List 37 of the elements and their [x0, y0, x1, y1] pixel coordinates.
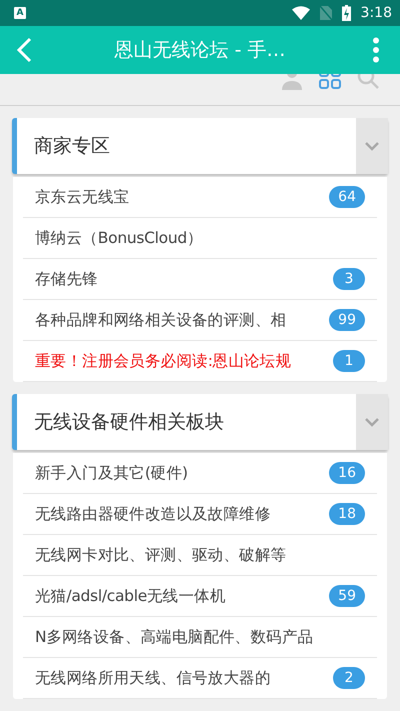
count-badge: 59: [329, 585, 365, 607]
collapse-button[interactable]: [356, 118, 388, 174]
count-badge: 3: [333, 268, 365, 290]
app-title: 恩山无线论坛 - 手…: [114, 38, 286, 63]
notification-icon: A: [14, 7, 26, 19]
forum-name[interactable]: 存储先锋: [35, 268, 329, 290]
forum-name[interactable]: 重要！注册会员务必阅读:恩山论坛规: [35, 350, 329, 372]
clock-time: 3:18: [360, 5, 392, 21]
forum-name[interactable]: 各种品牌和网络相关设备的评测、相: [35, 310, 326, 330]
person-tab[interactable]: [280, 74, 304, 90]
count-badge: 18: [329, 503, 365, 525]
forum-name[interactable]: 京东云无线宝: [35, 186, 326, 208]
wifi-icon: [292, 6, 310, 20]
forum-name[interactable]: N多网络设备、高端电脑配件、数码产品: [35, 626, 365, 648]
chevron-icon: [365, 142, 379, 150]
collapse-button[interactable]: [356, 394, 388, 450]
forum-name[interactable]: 光猫/adsl/cable无线一体机: [35, 586, 326, 606]
section-header[interactable]: 商家专区: [12, 118, 388, 174]
battery-charging-icon: [342, 5, 351, 21]
forum-name[interactable]: 新手入门及其它(硬件): [35, 462, 326, 484]
forum-name[interactable]: 无线网络所用天线、信号放大器的: [35, 668, 329, 688]
count-badge: 99: [329, 309, 365, 331]
count-badge: 2: [333, 667, 365, 689]
forum-name[interactable]: 无线网卡对比、评测、驱动、破解等: [35, 544, 365, 566]
chevron-icon: [365, 418, 379, 426]
more-vertical-icon: [372, 37, 380, 63]
search-tab[interactable]: [356, 74, 380, 90]
section-header[interactable]: 无线设备硬件相关板块: [12, 394, 388, 450]
section-title: 无线设备硬件相关板块: [33, 410, 225, 435]
section-title: 商家专区: [33, 134, 111, 159]
forum-name[interactable]: 博纳云（BonusCloud）: [35, 228, 365, 248]
count-badge: 1: [333, 350, 365, 372]
count-badge: 64: [329, 186, 365, 208]
grid-tab[interactable]: [318, 74, 342, 90]
no-sim-icon: [320, 6, 332, 20]
count-badge: 16: [329, 462, 365, 484]
forum-name[interactable]: 无线路由器硬件改造以及故障维修: [35, 504, 326, 524]
